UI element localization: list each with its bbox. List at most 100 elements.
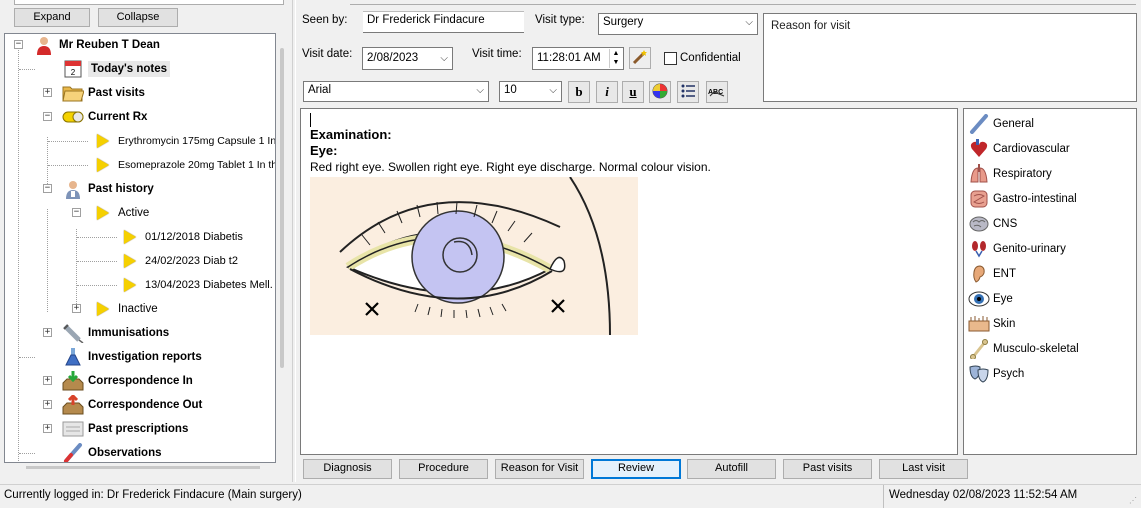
bold-button[interactable]: b xyxy=(568,81,590,103)
time-spinner[interactable]: ▲ ▼ xyxy=(609,49,622,68)
capsule-icon xyxy=(62,107,84,127)
tree-node-immunisations[interactable]: Immunisations xyxy=(62,322,169,344)
bullet-list-icon xyxy=(680,83,696,102)
panel-splitter[interactable] xyxy=(292,0,296,482)
expander-past-prescriptions[interactable]: + xyxy=(43,424,52,433)
underline-icon: u xyxy=(629,84,637,99)
underline-button[interactable]: u xyxy=(622,81,644,103)
procedure-button[interactable]: Procedure xyxy=(399,459,488,479)
inbox-icon xyxy=(62,371,84,391)
system-item-genito-urinary[interactable]: Genito-urinary xyxy=(968,237,1066,261)
svg-text:2: 2 xyxy=(71,68,76,77)
system-item-respiratory[interactable]: Respiratory xyxy=(968,162,1052,186)
system-item-eye[interactable]: Eye xyxy=(968,287,1013,311)
reason-for-visit-button[interactable]: Reason for Visit xyxy=(495,459,584,479)
calendar-icon: 2 xyxy=(62,59,84,79)
expander-past-visits[interactable]: + xyxy=(43,88,52,97)
visit-date-picker[interactable]: 2/08/2023 ⌵ xyxy=(362,47,453,70)
datetime-status: Wednesday 02/08/2023 11:52:54 AM xyxy=(883,485,1123,508)
system-item-skin[interactable]: Skin xyxy=(968,312,1015,336)
tree-node-investigation-reports[interactable]: Investigation reports xyxy=(62,346,202,368)
tree-node-history-item[interactable]: 01/12/2018 Diabetis xyxy=(119,226,243,248)
notes-heading-examination: Examination: xyxy=(310,127,392,142)
bone-icon xyxy=(968,338,990,360)
tree-node-rx-item[interactable]: Erythromycin 175mg Capsule 1 In xyxy=(92,130,275,152)
wand-button[interactable] xyxy=(629,47,651,69)
tree-node-past-history[interactable]: Past history xyxy=(62,178,154,200)
syringe-icon xyxy=(62,323,84,343)
list-button[interactable] xyxy=(677,81,699,103)
visit-time-label: Visit time: xyxy=(472,48,522,60)
system-item-cns[interactable]: CNS xyxy=(968,212,1017,236)
tree-node-rx-item[interactable]: Esomeprazole 20mg Tablet 1 In th xyxy=(92,154,275,176)
tree-node-active[interactable]: Active xyxy=(92,202,149,224)
expander-correspondence-out[interactable]: + xyxy=(43,400,52,409)
clinical-notes-editor[interactable]: Examination: Eye: Red right eye. Swollen… xyxy=(300,108,958,455)
inactive-marker-icon xyxy=(92,299,114,319)
expander-inactive[interactable]: + xyxy=(72,304,81,313)
visit-time-field[interactable]: 11:28:01 AM ▲ ▼ xyxy=(532,47,624,70)
tree-node-history-item[interactable]: 24/02/2023 Diab t2 xyxy=(119,250,238,272)
notes-body: Red right eye. Swollen right eye. Right … xyxy=(310,160,711,174)
tree-node-inactive[interactable]: Inactive xyxy=(92,298,158,320)
tree-node-past-visits[interactable]: Past visits xyxy=(62,82,145,104)
italic-button[interactable]: i xyxy=(596,81,618,103)
resize-grip-icon[interactable]: ⋰ xyxy=(1129,496,1139,506)
confidential-checkbox[interactable] xyxy=(664,52,677,65)
tree-node-patient[interactable]: Mr Reuben T Dean xyxy=(33,34,160,56)
font-family-select[interactable]: Arial ⌵ xyxy=(303,81,489,102)
tree-node-correspondence-in[interactable]: Correspondence In xyxy=(62,370,193,392)
heart-icon xyxy=(968,138,990,160)
expander-correspondence-in[interactable]: + xyxy=(43,376,52,385)
system-item-cardiovascular[interactable]: Cardiovascular xyxy=(968,137,1070,161)
expander-past-history[interactable]: − xyxy=(43,184,52,193)
tree-node-observations[interactable]: Observations xyxy=(62,442,162,462)
seen-by-label: Seen by: xyxy=(302,14,348,26)
body-systems-list[interactable]: General Cardiovascular Respiratory Gastr… xyxy=(963,108,1137,455)
flask-icon xyxy=(62,347,84,367)
tree-vertical-scrollbar[interactable] xyxy=(280,48,284,368)
ear-icon xyxy=(968,263,990,285)
collapse-button[interactable]: Collapse xyxy=(98,8,178,27)
patient-tree[interactable]: − Mr Reuben T Dean 2 Today's notes + Pas… xyxy=(4,33,276,463)
tree-node-past-prescriptions[interactable]: Past prescriptions xyxy=(62,418,188,440)
last-visit-button[interactable]: Last visit xyxy=(879,459,968,479)
font-size-select[interactable]: 10 ⌵ xyxy=(499,81,562,102)
chevron-down-icon: ⌵ xyxy=(476,85,484,96)
system-item-musculo-skeletal[interactable]: Musculo-skeletal xyxy=(968,337,1079,361)
diagnosis-button[interactable]: Diagnosis xyxy=(303,459,392,479)
brain-icon xyxy=(968,213,990,235)
color-button[interactable] xyxy=(649,81,671,103)
past-visits-button[interactable]: Past visits xyxy=(783,459,872,479)
tree-horizontal-scrollbar[interactable] xyxy=(26,466,260,469)
review-button[interactable]: Review xyxy=(591,459,681,479)
chevron-down-icon: ⌵ xyxy=(549,85,557,96)
system-item-gastro-intestinal[interactable]: Gastro-intestinal xyxy=(968,187,1077,211)
seen-by-field[interactable]: Dr Frederick Findacure xyxy=(363,11,524,33)
outbox-icon xyxy=(62,395,84,415)
expand-button[interactable]: Expand xyxy=(14,8,90,27)
tree-node-history-item[interactable]: 13/04/2023 Diabetes Mell. xyxy=(119,274,273,296)
expander-patient[interactable]: − xyxy=(14,40,23,49)
notes-heading-eye: Eye: xyxy=(310,143,338,158)
skin-icon xyxy=(968,313,990,335)
expander-active[interactable]: − xyxy=(72,208,81,217)
tree-node-todays-notes[interactable]: 2 Today's notes xyxy=(62,58,171,80)
system-item-general[interactable]: General xyxy=(968,112,1034,136)
system-item-psych[interactable]: Psych xyxy=(968,362,1024,386)
eye-diagram-image xyxy=(310,176,638,336)
expander-immunisations[interactable]: + xyxy=(43,328,52,337)
tree-node-current-rx[interactable]: Current Rx xyxy=(62,106,147,128)
history-marker-icon xyxy=(119,227,141,247)
reason-for-visit-textarea[interactable]: Reason for visit xyxy=(763,13,1137,102)
status-bar: Currently logged in: Dr Frederick Findac… xyxy=(0,484,1141,508)
spellcheck-button[interactable]: ABC xyxy=(706,81,728,103)
top-right-strip xyxy=(350,0,1136,5)
tree-node-correspondence-out[interactable]: Correspondence Out xyxy=(62,394,202,416)
visit-type-select[interactable]: Surgery ⌵ xyxy=(598,13,758,35)
logged-in-status: Currently logged in: Dr Frederick Findac… xyxy=(4,489,302,501)
autofill-button[interactable]: Autofill xyxy=(687,459,776,479)
system-item-ent[interactable]: ENT xyxy=(968,262,1016,286)
chevron-down-icon: ⌵ xyxy=(745,17,753,28)
expander-current-rx[interactable]: − xyxy=(43,112,52,121)
